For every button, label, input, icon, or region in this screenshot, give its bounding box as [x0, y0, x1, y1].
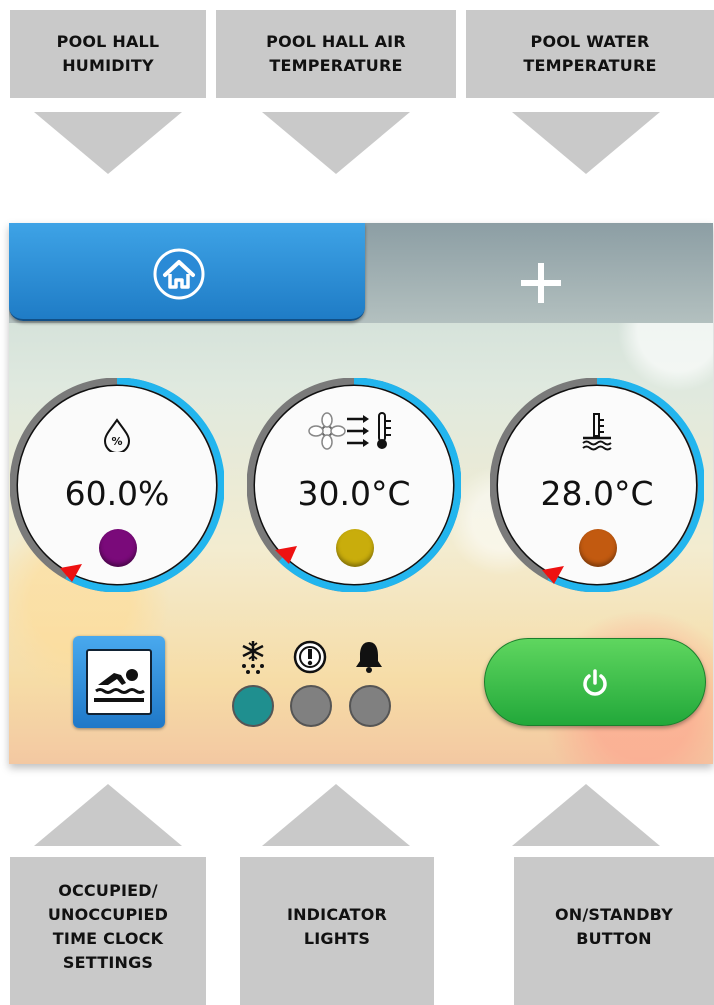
- water-temperature-gauge[interactable]: 28.0°C: [490, 378, 704, 592]
- humidity-drop-icon: %: [103, 418, 131, 452]
- swimmer-icon: [94, 669, 145, 702]
- warning-icon: [293, 640, 327, 674]
- humidity-value: 60.0%: [64, 474, 170, 513]
- callout-water-temperature-label: POOL WATER TEMPERATURE: [523, 32, 657, 75]
- humidity-gauge[interactable]: % 60.0%: [10, 378, 224, 592]
- callout-power-label: ON/STANDBY BUTTON: [555, 905, 673, 948]
- callout-indicator-lights-label: INDICATOR LIGHTS: [286, 905, 388, 948]
- callout-humidity: POOL HALL HUMIDITY: [10, 10, 206, 98]
- air-temperature-gauge[interactable]: 30.0°C: [247, 378, 461, 592]
- alarm-indicator-light: [349, 685, 391, 727]
- power-icon: [583, 669, 607, 696]
- callout-time-clock-label: OCCUPIED/ UNOCCUPIED TIME CLOCK SETTINGS: [47, 881, 169, 972]
- svg-text:%: %: [111, 435, 122, 448]
- swimmer-icon-frame: [86, 649, 152, 715]
- callout-humidity-label: POOL HALL HUMIDITY: [56, 32, 160, 75]
- air-temperature-status-dot: [336, 529, 374, 567]
- callout-power-arrow: [512, 784, 660, 846]
- callout-air-temperature-arrow: [262, 112, 410, 174]
- home-icon: [153, 248, 205, 300]
- bell-icon: [356, 642, 382, 673]
- callout-indicator-lights: INDICATOR LIGHTS: [240, 857, 434, 1005]
- controller-screen: % 60.0% 30.0°C 28.0°C: [9, 223, 713, 764]
- callout-time-clock: OCCUPIED/ UNOCCUPIED TIME CLOCK SETTINGS: [10, 857, 206, 1005]
- water-temperature-value: 28.0°C: [540, 474, 654, 513]
- callout-power: ON/STANDBY BUTTON: [514, 857, 714, 1005]
- callout-air-temperature: POOL HALL AIR TEMPERATURE: [216, 10, 456, 98]
- frost-indicator-light: [232, 685, 274, 727]
- fan-thermometer-icon: [308, 412, 391, 450]
- callout-water-temperature: POOL WATER TEMPERATURE: [466, 10, 714, 98]
- callout-water-temperature-arrow: [512, 112, 660, 174]
- warning-indicator-light: [290, 685, 332, 727]
- callout-air-temperature-label: POOL HALL AIR TEMPERATURE: [266, 32, 406, 75]
- callout-time-clock-arrow: [34, 784, 182, 846]
- frost-icon: [242, 641, 264, 674]
- plus-icon[interactable]: [519, 261, 563, 305]
- water-thermometer-icon: [582, 413, 612, 451]
- humidity-status-dot: [99, 529, 137, 567]
- power-standby-button[interactable]: [484, 638, 706, 726]
- occupied-mode-button[interactable]: [73, 636, 165, 728]
- water-temperature-status-dot: [579, 529, 617, 567]
- home-tab[interactable]: [9, 223, 365, 321]
- callout-indicator-lights-arrow: [262, 784, 410, 846]
- air-temperature-value: 30.0°C: [297, 474, 411, 513]
- callout-humidity-arrow: [34, 112, 182, 174]
